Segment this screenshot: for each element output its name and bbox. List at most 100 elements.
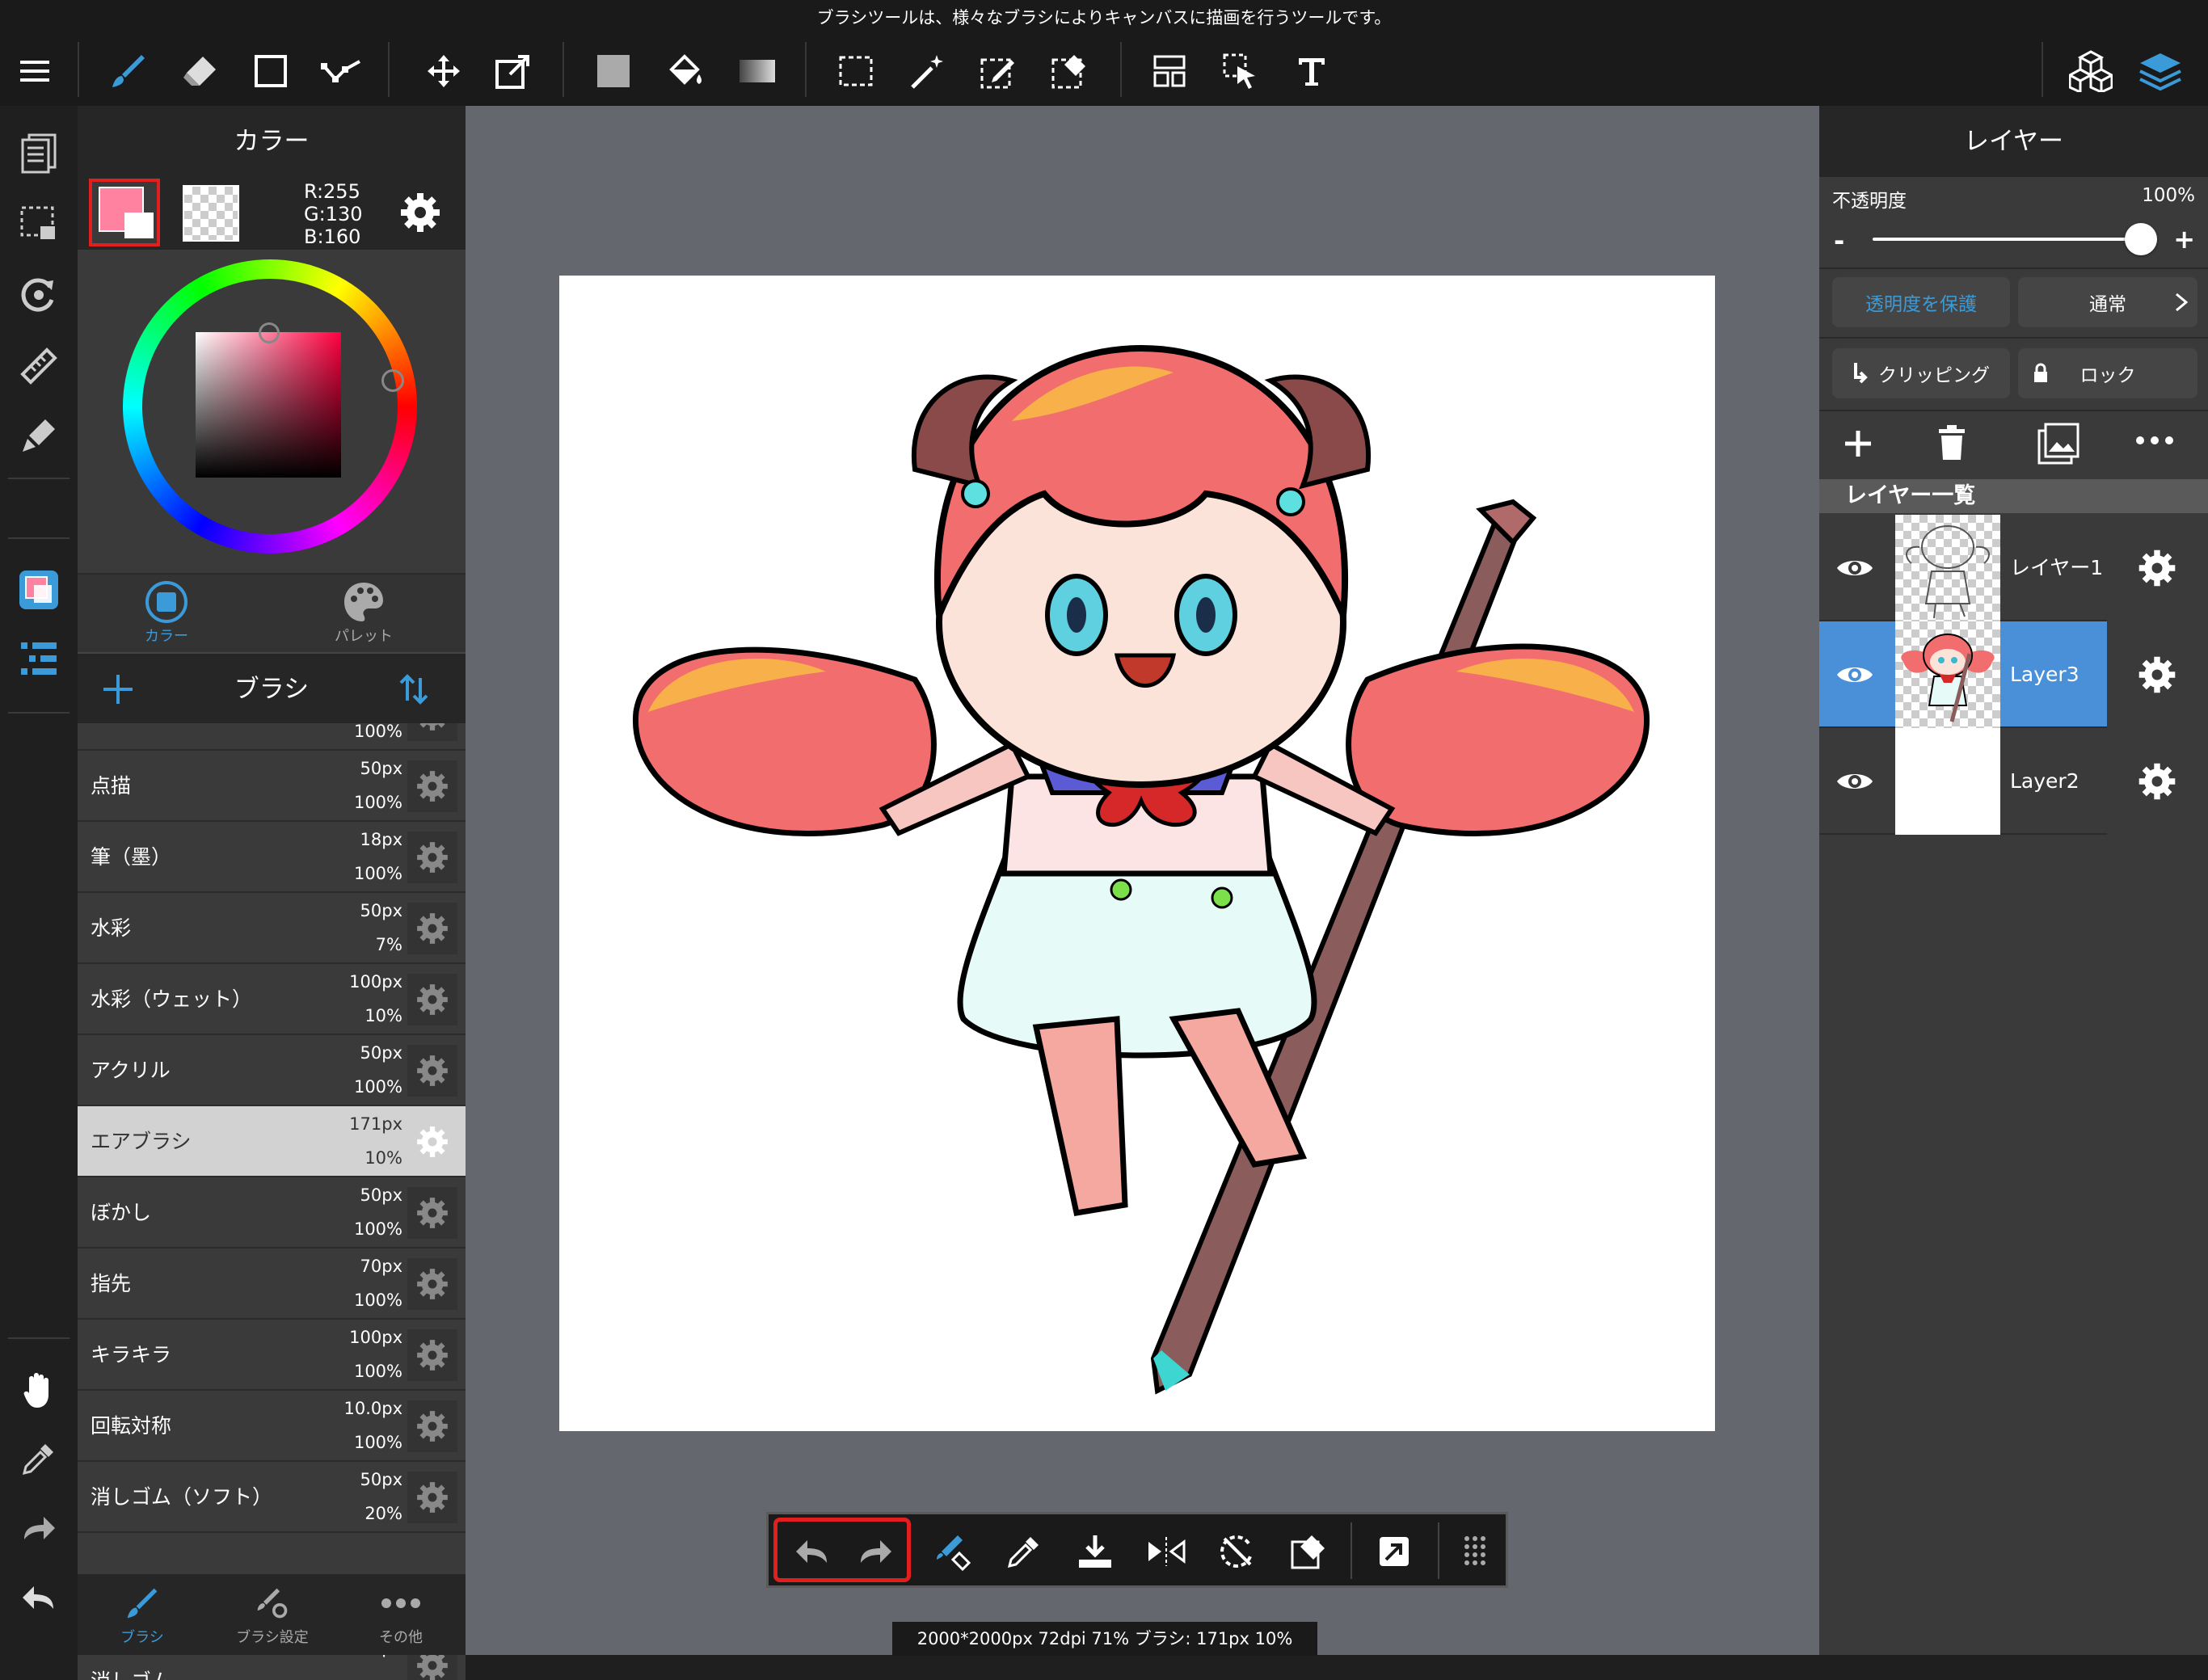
lock-button[interactable]: ロック xyxy=(2018,348,2197,398)
eraser-icon[interactable] xyxy=(171,45,228,97)
color-wheel[interactable] xyxy=(123,259,417,554)
redo-icon[interactable] xyxy=(840,1516,911,1587)
color-settings-gear-icon[interactable] xyxy=(398,190,443,235)
sort-brush-icon[interactable] xyxy=(398,673,430,705)
brush-item[interactable]: 水彩（ウェット） 100px 10% xyxy=(78,964,466,1035)
brush-item[interactable]: 指先 70px 100% xyxy=(78,1248,466,1320)
sv-picker-handle[interactable] xyxy=(259,322,280,343)
eyedropper-icon[interactable] xyxy=(11,1431,66,1486)
drawing-canvas[interactable] xyxy=(559,276,1715,1431)
fill-color-icon[interactable] xyxy=(585,45,642,97)
visibility-eye-icon[interactable] xyxy=(1829,757,1881,806)
snap-brush-icon[interactable] xyxy=(11,408,66,463)
panel-layout-icon[interactable] xyxy=(1141,45,1198,97)
brush-item[interactable]: ぼかし 50px 100% xyxy=(78,1177,466,1248)
brush-gear-icon[interactable] xyxy=(407,760,457,812)
rotate-reset-icon[interactable] xyxy=(1202,1516,1273,1587)
transform-icon[interactable] xyxy=(485,45,541,97)
clear-icon[interactable] xyxy=(1273,1516,1344,1587)
tab-brush[interactable]: ブラシ xyxy=(94,1574,191,1655)
gradient-icon[interactable] xyxy=(729,45,786,97)
undo-icon[interactable] xyxy=(777,1516,848,1587)
layers-icon[interactable] xyxy=(2132,45,2189,97)
select-rectangle-icon[interactable] xyxy=(828,45,884,97)
flip-icon[interactable] xyxy=(1131,1516,1202,1587)
brush-item[interactable]: 消しゴム（ソフト） 50px 20% xyxy=(78,1462,466,1533)
brush-eraser-toggle-icon[interactable] xyxy=(917,1516,988,1587)
brush-gear-icon[interactable] xyxy=(407,903,457,954)
brush-gear-icon[interactable] xyxy=(407,974,457,1025)
canvas-area[interactable]: 2000*2000px 72dpi 71% ブラシ: 171px 10% xyxy=(466,106,1819,1656)
eyedropper-icon[interactable] xyxy=(988,1516,1060,1587)
clipping-button[interactable]: クリッピング xyxy=(1832,348,2010,398)
layer-settings-gear-icon[interactable] xyxy=(2107,515,2207,621)
page-icon[interactable] xyxy=(11,126,66,181)
select-eraser-icon[interactable] xyxy=(1041,45,1098,97)
opacity-minus-button[interactable]: - xyxy=(1834,225,1844,256)
color-swatch-icon[interactable] xyxy=(11,562,66,617)
brush-icon[interactable] xyxy=(100,45,157,97)
opacity-slider-thumb[interactable] xyxy=(2125,223,2157,255)
text-icon[interactable] xyxy=(1283,45,1340,97)
layer-settings-gear-icon[interactable] xyxy=(2107,728,2207,835)
layer-settings-gear-icon[interactable] xyxy=(2107,621,2207,728)
brush-gear-icon[interactable] xyxy=(407,1329,457,1381)
brush-item[interactable]: 水彩 50px 7% xyxy=(78,893,466,964)
brush-gear-icon[interactable] xyxy=(407,1472,457,1523)
opacity-slider[interactable] xyxy=(1873,223,2157,255)
brush-gear-icon[interactable] xyxy=(407,1258,457,1310)
layer-row[interactable]: レイヤー1 xyxy=(1819,515,2207,621)
undo-icon[interactable] xyxy=(11,1570,66,1625)
brush-item-partial-top[interactable]: ふちペン 100% xyxy=(78,723,466,751)
brush-gear-icon[interactable] xyxy=(407,723,457,741)
layer-image-icon[interactable] xyxy=(2037,423,2079,465)
brush-gear-icon[interactable] xyxy=(407,1187,457,1239)
opacity-plus-button[interactable]: + xyxy=(2173,224,2195,255)
shape-rectangle-icon[interactable] xyxy=(242,45,299,97)
delete-layer-icon[interactable] xyxy=(1937,424,1966,461)
brush-item[interactable]: 筆（墨） 18px 100% xyxy=(78,822,466,893)
visibility-eye-icon[interactable] xyxy=(1829,651,1881,699)
3d-material-icon[interactable] xyxy=(2063,45,2119,97)
brush-list-icon[interactable] xyxy=(11,631,66,686)
hue-picker-handle[interactable] xyxy=(381,369,404,392)
bucket-icon[interactable] xyxy=(656,45,713,97)
add-brush-icon[interactable] xyxy=(102,673,134,705)
move-icon[interactable] xyxy=(415,45,472,97)
layer-row[interactable]: Layer3 xyxy=(1819,621,2207,728)
tab-palette[interactable]: パレット xyxy=(307,575,420,652)
brush-gear-icon[interactable] xyxy=(407,1400,457,1452)
brush-item[interactable]: 点描 50px 100% xyxy=(78,751,466,822)
grid-dots-icon[interactable] xyxy=(1439,1516,1511,1587)
visibility-eye-icon[interactable] xyxy=(1829,544,1881,592)
saturation-value-square[interactable] xyxy=(196,332,341,478)
magic-wand-icon[interactable] xyxy=(899,45,955,97)
tab-other[interactable]: その他 xyxy=(352,1574,449,1655)
select-pen-icon[interactable] xyxy=(970,45,1026,97)
operation-icon[interactable] xyxy=(1212,45,1269,97)
brush-gear-icon[interactable] xyxy=(407,832,457,883)
rotate-icon[interactable] xyxy=(11,267,66,322)
brush-item[interactable]: 回転対称 10.0px 100% xyxy=(78,1391,466,1462)
layer-row[interactable]: Layer2 xyxy=(1819,728,2207,835)
ruler-icon[interactable] xyxy=(11,339,66,394)
brush-gear-icon[interactable] xyxy=(407,1045,457,1097)
protect-alpha-button[interactable]: 透明度を保護 xyxy=(1832,277,2010,327)
add-layer-icon[interactable] xyxy=(1840,426,1876,461)
selection-icon[interactable] xyxy=(11,196,66,251)
tab-brush-settings[interactable]: ブラシ設定 xyxy=(220,1574,325,1655)
sub-color-swatch[interactable] xyxy=(183,185,239,242)
layer-more-icon[interactable] xyxy=(2134,432,2175,448)
brush-item[interactable]: キラキラ 100px 100% xyxy=(78,1320,466,1391)
main-color-swatch[interactable] xyxy=(89,179,160,246)
menu-icon[interactable] xyxy=(6,45,63,97)
hand-icon[interactable] xyxy=(11,1362,66,1417)
brush-item[interactable]: アクリル 50px 100% xyxy=(78,1035,466,1106)
brush-item[interactable]: エアブラシ 171px 10% xyxy=(78,1106,466,1177)
tab-color[interactable]: カラー xyxy=(110,575,223,652)
save-icon[interactable] xyxy=(1060,1516,1131,1587)
blend-mode-button[interactable]: 通常 xyxy=(2018,277,2197,327)
share-icon[interactable] xyxy=(1359,1516,1430,1587)
brush-gear-icon[interactable] xyxy=(407,1116,457,1168)
redo-icon[interactable] xyxy=(11,1501,66,1556)
